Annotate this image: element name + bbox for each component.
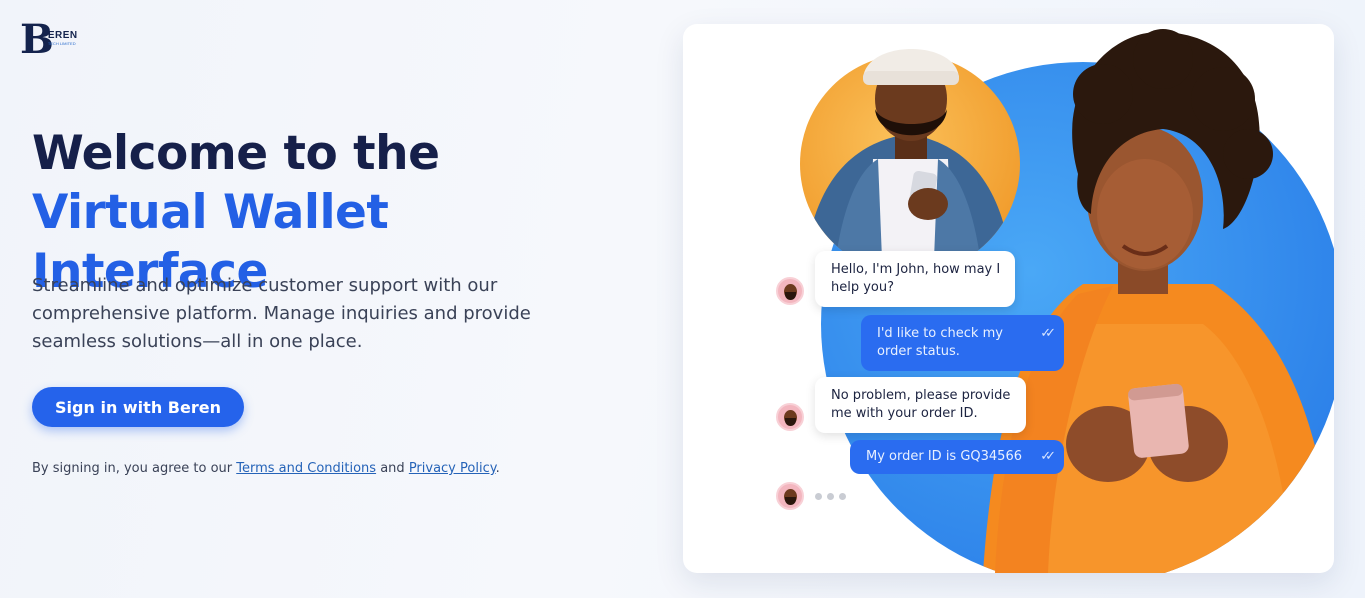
- chat-message-user: My order ID is GQ34566 ✓✓: [850, 440, 1064, 474]
- chat-message-text: I'd like to check my order status.: [877, 326, 1003, 359]
- chat-message-text: No problem, please provide me with your …: [831, 388, 1011, 421]
- terms-prefix: By signing in, you agree to our: [32, 461, 237, 476]
- agent-avatar-icon: [776, 482, 804, 510]
- terms-suffix: .: [495, 461, 500, 476]
- logo-tagline: TECH LIMITED: [47, 41, 76, 46]
- double-check-icon: ✓✓: [1040, 326, 1056, 341]
- sign-in-button[interactable]: Sign in with Beren: [32, 387, 244, 427]
- chat-message-text: Hello, I'm John, how may I help you?: [831, 262, 1001, 295]
- agent-avatar-icon: [776, 277, 804, 305]
- chat-message-agent: No problem, please provide me with your …: [815, 377, 1026, 433]
- typing-dots-icon: [815, 493, 846, 500]
- hero-illustration-card: Hello, I'm John, how may I help you? I'd…: [683, 24, 1334, 573]
- terms-notice: By signing in, you agree to our Terms an…: [32, 461, 500, 476]
- double-check-icon: ✓✓: [1040, 449, 1056, 464]
- terms-link[interactable]: Terms and Conditions: [236, 461, 376, 476]
- logo-name: EREN: [47, 30, 78, 41]
- terms-middle: and: [376, 461, 409, 476]
- chat-message-user: I'd like to check my order status. ✓✓: [861, 315, 1064, 371]
- logo-wordmark: EREN TECH LIMITED: [48, 30, 78, 47]
- agent-avatar-icon: [776, 403, 804, 431]
- title-line-1: Welcome to the: [32, 126, 440, 181]
- privacy-link[interactable]: Privacy Policy: [409, 461, 496, 476]
- brand-logo[interactable]: B EREN TECH LIMITED: [20, 20, 90, 60]
- chat-message-agent: Hello, I'm John, how may I help you?: [815, 251, 1015, 307]
- chat-message-text: My order ID is GQ34566: [866, 449, 1022, 464]
- hero-description: Streamline and optimize customer support…: [32, 275, 531, 352]
